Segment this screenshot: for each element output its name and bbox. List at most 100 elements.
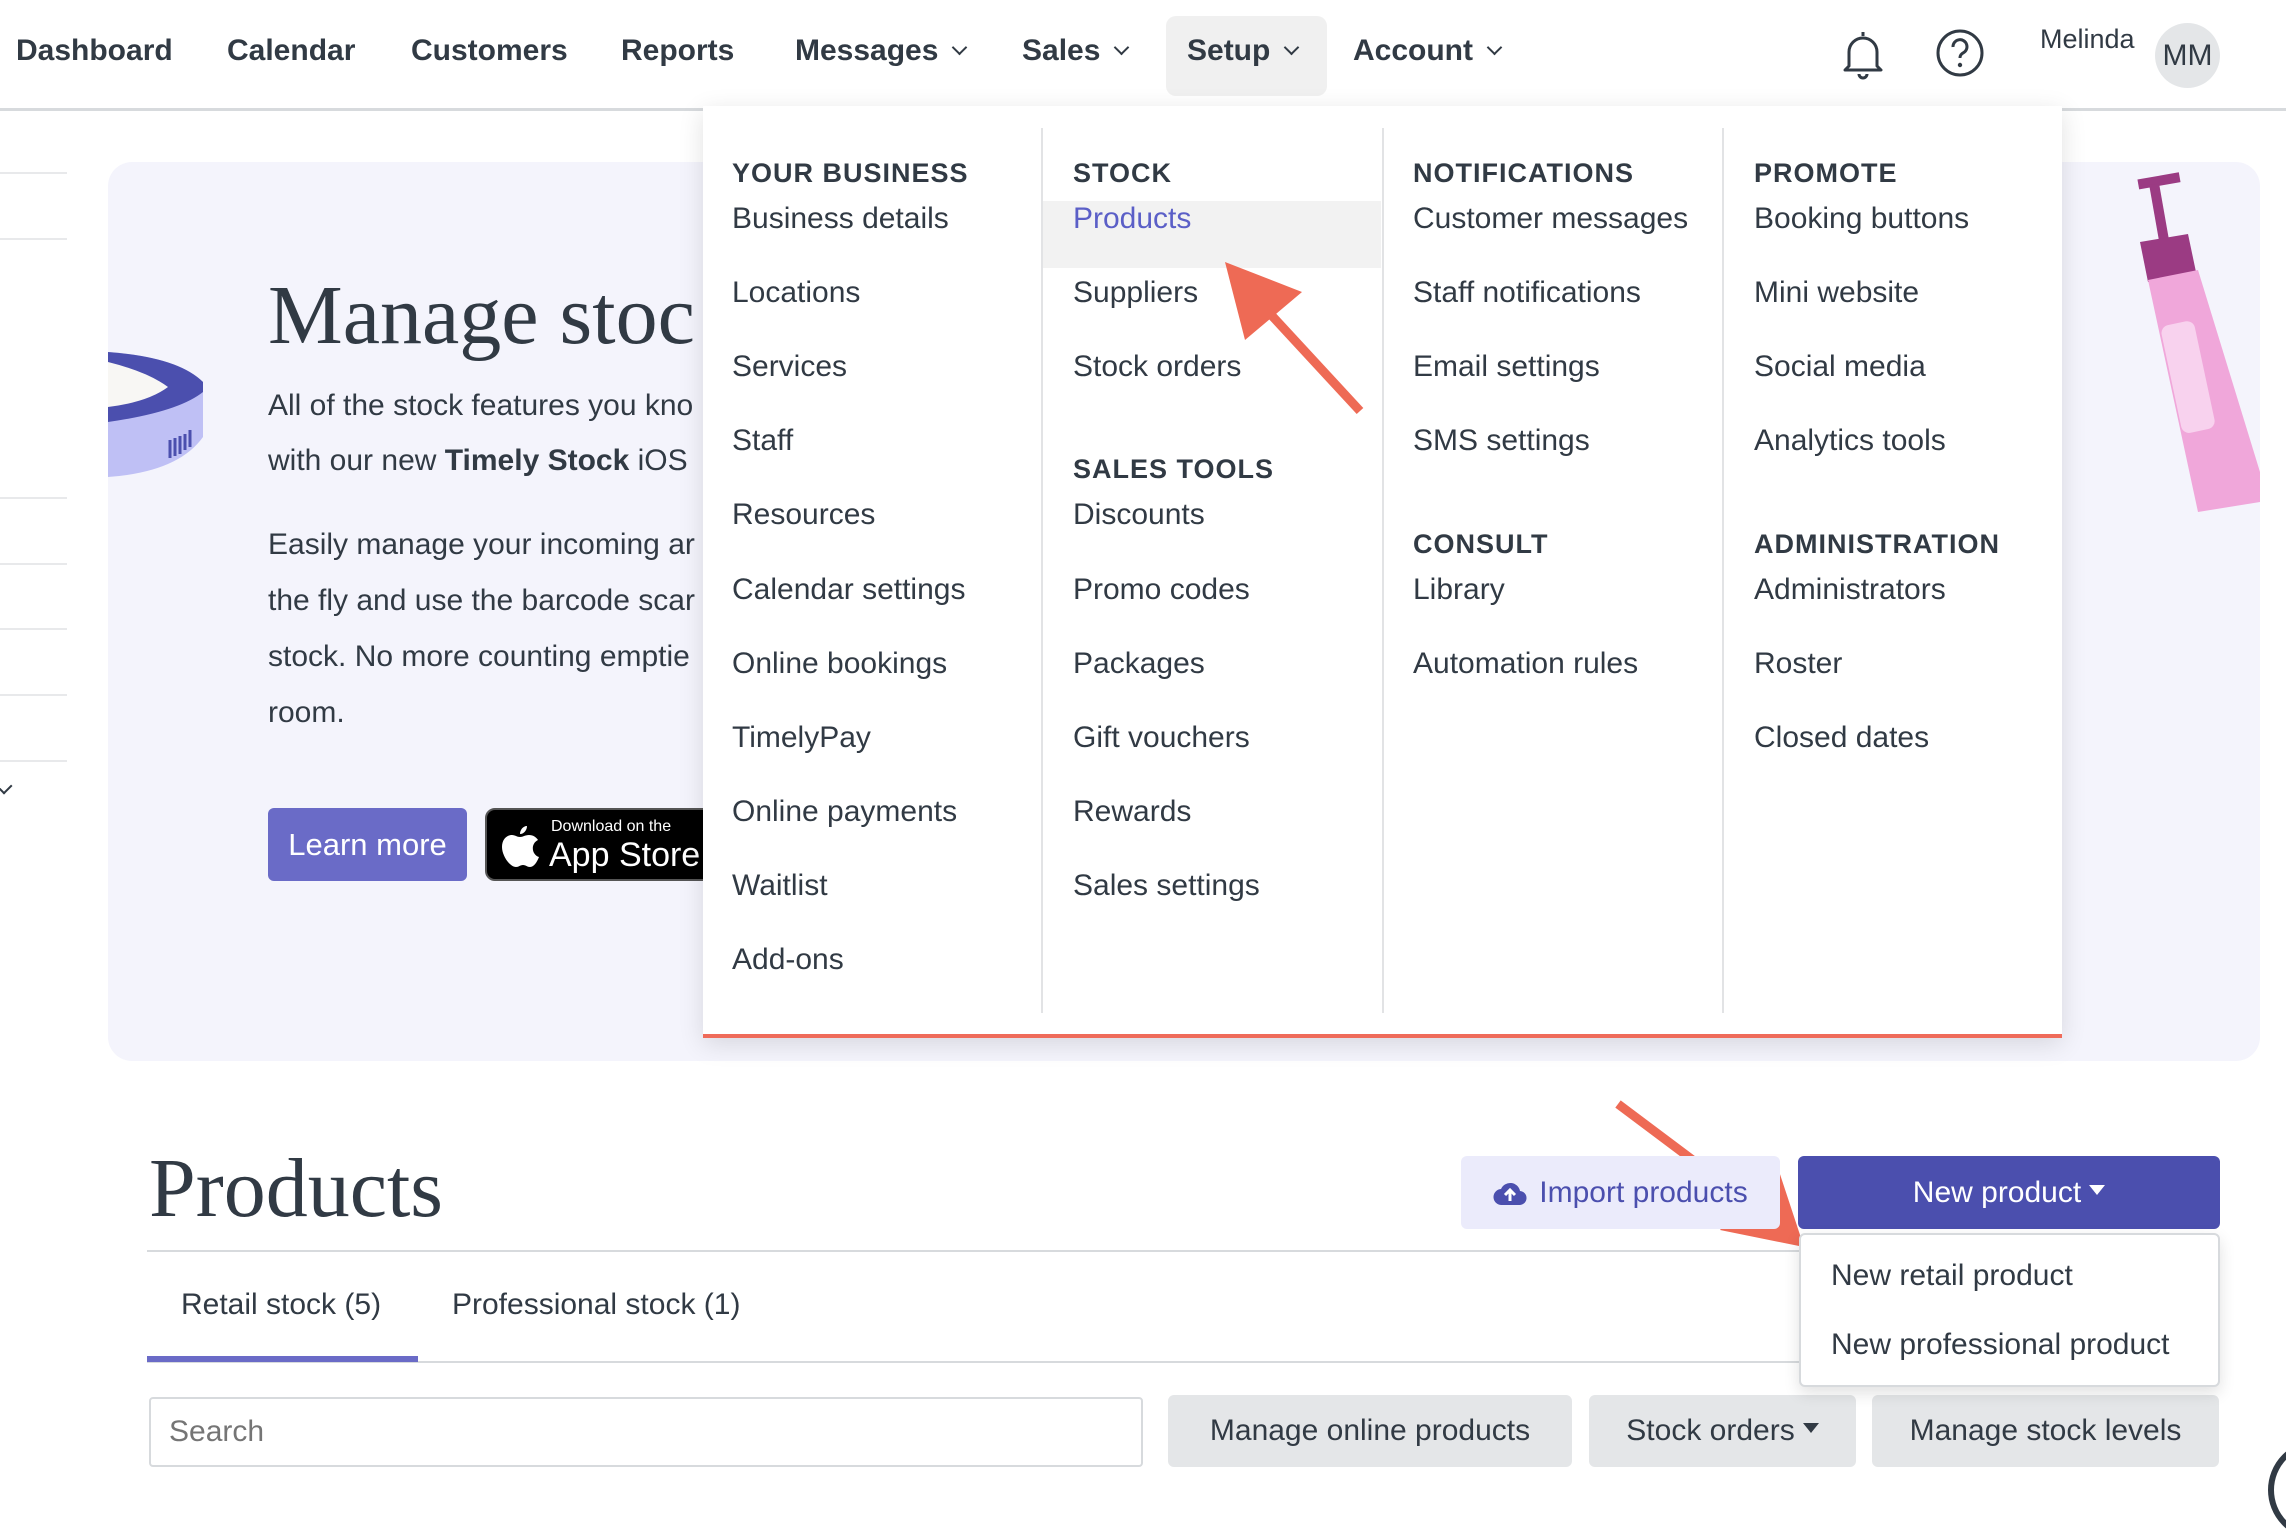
menu-item-resources[interactable]: Resources [732,498,875,532]
menu-item-discounts[interactable]: Discounts [1073,498,1205,532]
search-input[interactable] [149,1397,1143,1467]
nav-setup-label: Setup [1187,34,1271,67]
import-products-label: Import products [1539,1175,1748,1209]
menu-item-business-details[interactable]: Business details [732,202,949,236]
barcode-scanner-illustration [108,352,203,477]
sidebar-divider [0,628,67,630]
nav-calendar[interactable]: Calendar [227,34,355,68]
banner-text-line: with our new Timely Stock iOS [268,444,688,478]
bell-icon[interactable] [1840,28,1886,80]
sidebar-divider [0,172,67,174]
menu-item-rewards[interactable]: Rewards [1073,795,1191,829]
nav-account[interactable]: Account [1353,34,1503,68]
menu-item-services[interactable]: Services [732,350,847,384]
menu-item-waitlist[interactable]: Waitlist [732,869,828,903]
menu-section-heading: CONSULT [1413,528,1549,559]
nav-setup[interactable]: Setup [1187,34,1300,68]
sidebar-divider [0,563,67,565]
caret-down-icon [1802,1423,1819,1433]
menu-item-online-bookings[interactable]: Online bookings [732,647,947,681]
menu-item-products[interactable]: Products [1073,202,1191,236]
app-store-badge[interactable]: Download on the App Store [485,808,725,881]
setup-dropdown-menu: YOUR BUSINESS Business details Locations Se… [703,106,2062,1038]
product-tube-illustration [2137,172,2260,512]
import-products-button[interactable]: Import products [1461,1156,1780,1229]
nav-messages[interactable]: Messages [795,34,968,68]
banner-text: iOS [629,444,688,477]
chat-widget-button[interactable] [2268,1440,2286,1540]
stock-orders-button[interactable]: Stock orders [1589,1395,1856,1467]
stock-orders-label: Stock orders [1626,1414,1795,1447]
menu-item-calendar-settings[interactable]: Calendar settings [732,573,965,607]
menu-section-heading: PROMOTE [1754,158,1898,188]
nav-dashboard[interactable]: Dashboard [16,34,173,68]
new-product-dropdown: New retail product New professional prod… [1799,1233,2220,1387]
banner-text: with our new [268,444,445,477]
nav-sales[interactable]: Sales [1022,34,1130,68]
new-product-label: New product [1912,1175,2082,1209]
user-name[interactable]: Melinda [2040,24,2135,55]
menu-item-new-professional-product[interactable]: New professional product [1831,1328,2170,1362]
menu-item-roster[interactable]: Roster [1754,647,1842,681]
tab-professional-stock[interactable]: Professional stock (1) [452,1288,740,1322]
menu-item-automation-rules[interactable]: Automation rules [1413,647,1638,681]
menu-item-email-settings[interactable]: Email settings [1413,350,1600,384]
learn-more-button[interactable]: Learn more [268,808,467,881]
new-product-button[interactable]: New product [1798,1156,2220,1229]
help-icon[interactable] [1935,28,1985,78]
appstore-small-text: Download on the [551,818,672,835]
menu-section-heading: ADMINISTRATION [1754,528,2000,559]
menu-item-social-media[interactable]: Social media [1754,350,1926,384]
menu-item-packages[interactable]: Packages [1073,647,1205,681]
menu-item-suppliers[interactable]: Suppliers [1073,276,1198,310]
menu-item-locations[interactable]: Locations [732,276,860,310]
menu-item-add-ons[interactable]: Add-ons [732,943,844,977]
menu-section-heading: SALES TOOLS [1073,454,1275,485]
active-tab-indicator [147,1356,418,1362]
nav-account-label: Account [1353,34,1473,67]
menu-item-new-retail-product[interactable]: New retail product [1831,1259,2073,1293]
menu-item-administrators[interactable]: Administrators [1754,573,1946,607]
banner-text-line: room. [268,696,345,729]
menu-item-staff[interactable]: Staff [732,424,793,458]
chevron-down-icon[interactable] [0,777,13,795]
banner-text-line: Easily manage your incoming ar [268,528,695,561]
menu-item-promo-codes[interactable]: Promo codes [1073,573,1250,607]
top-nav: Dashboard Calendar Customers Reports Mes… [0,0,2286,111]
column-divider [1382,128,1384,1013]
nav-reports[interactable]: Reports [621,34,734,68]
apple-icon [502,826,539,867]
menu-item-gift-vouchers[interactable]: Gift vouchers [1073,721,1250,755]
menu-item-stock-orders[interactable]: Stock orders [1073,350,1241,384]
menu-item-closed-dates[interactable]: Closed dates [1754,721,1929,755]
sidebar-divider [0,238,67,240]
menu-item-booking-buttons[interactable]: Booking buttons [1754,202,1969,236]
tab-retail-stock[interactable]: Retail stock (5) [181,1288,381,1322]
menu-item-analytics-tools[interactable]: Analytics tools [1754,424,1946,458]
banner-text-line: the fly and use the barcode scar [268,584,695,617]
chevron-down-icon [952,39,968,56]
menu-section-heading: NOTIFICATIONS [1413,158,1634,188]
sidebar-divider [0,497,67,499]
menu-item-customer-messages[interactable]: Customer messages [1413,202,1688,236]
menu-item-sales-settings[interactable]: Sales settings [1073,869,1260,903]
manage-online-products-button[interactable]: Manage online products [1168,1395,1572,1467]
menu-item-library[interactable]: Library [1413,573,1505,607]
sidebar-divider [0,760,67,762]
cloud-upload-icon [1493,1182,1527,1205]
banner-title: Manage stoc [268,269,695,362]
menu-item-staff-notifications[interactable]: Staff notifications [1413,276,1641,310]
chevron-down-icon [1114,39,1130,56]
menu-item-online-payments[interactable]: Online payments [732,795,957,829]
caret-down-icon [2089,1184,2106,1195]
manage-stock-levels-button[interactable]: Manage stock levels [1872,1395,2219,1467]
menu-item-mini-website[interactable]: Mini website [1754,276,1919,310]
column-divider [1041,128,1043,1013]
menu-item-timelypay[interactable]: TimelyPay [732,721,871,755]
menu-item-sms-settings[interactable]: SMS settings [1413,424,1590,458]
column-divider [1722,128,1724,1013]
nav-customers[interactable]: Customers [411,34,568,68]
menu-section-heading: YOUR BUSINESS [732,158,969,188]
avatar[interactable]: MM [2155,23,2220,88]
nav-messages-label: Messages [795,34,939,67]
